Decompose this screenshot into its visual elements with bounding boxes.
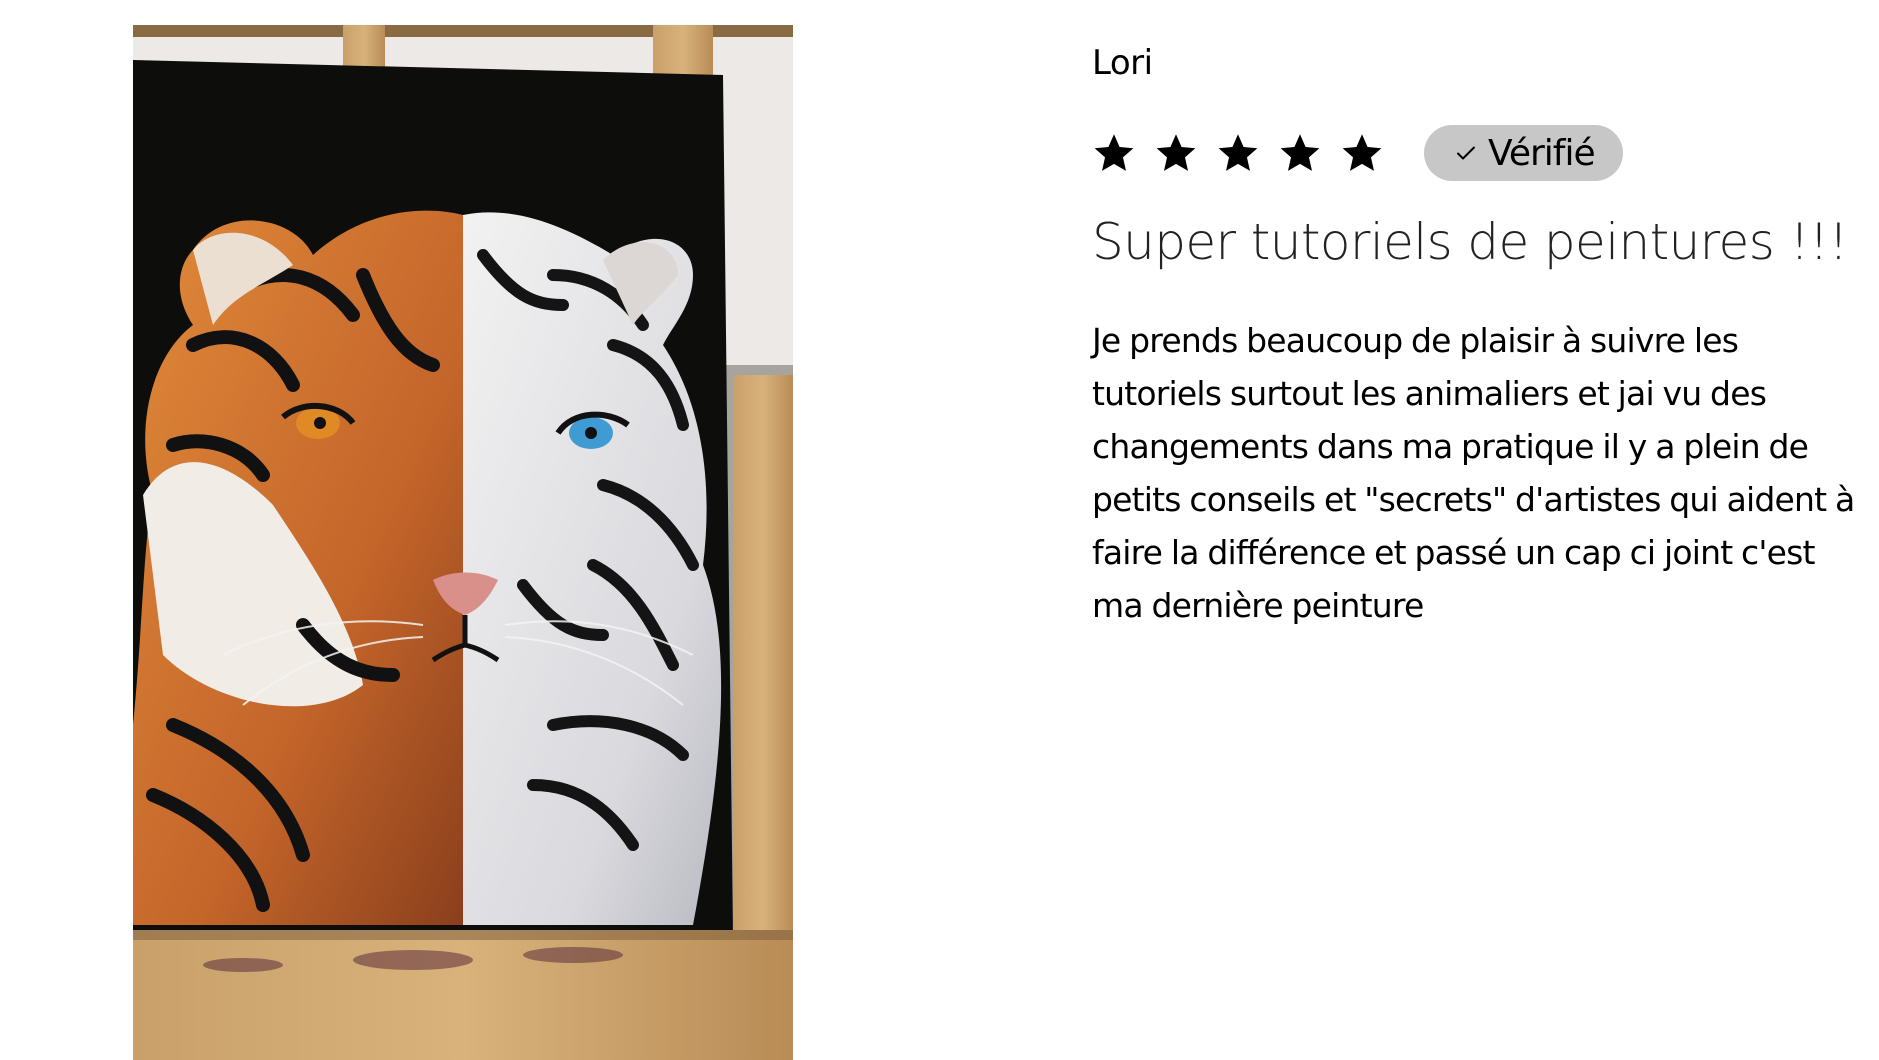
star-rating [1092, 131, 1384, 175]
rating-row: Vérifié [1092, 124, 1862, 182]
star-icon [1094, 134, 1134, 171]
star-icon [1218, 134, 1258, 171]
verified-label: Vérifié [1488, 132, 1596, 174]
star-icon [1280, 134, 1320, 171]
star-icon [1156, 134, 1196, 171]
verified-badge: Vérifié [1424, 125, 1623, 181]
review-content: Lori Vérifié Super tutoriels de peinture… [1092, 30, 1862, 632]
star-icon [1342, 134, 1382, 171]
reviewer-name: Lori [1092, 43, 1153, 83]
review-text: Je prends beaucoup de plaisir à suivre l… [1092, 321, 1855, 625]
review-title: Super tutoriels de peintures !!! [1092, 213, 1848, 271]
tiger-painting-image [133, 25, 793, 1060]
check-icon [1457, 146, 1475, 160]
review-photo[interactable] [133, 25, 793, 1060]
